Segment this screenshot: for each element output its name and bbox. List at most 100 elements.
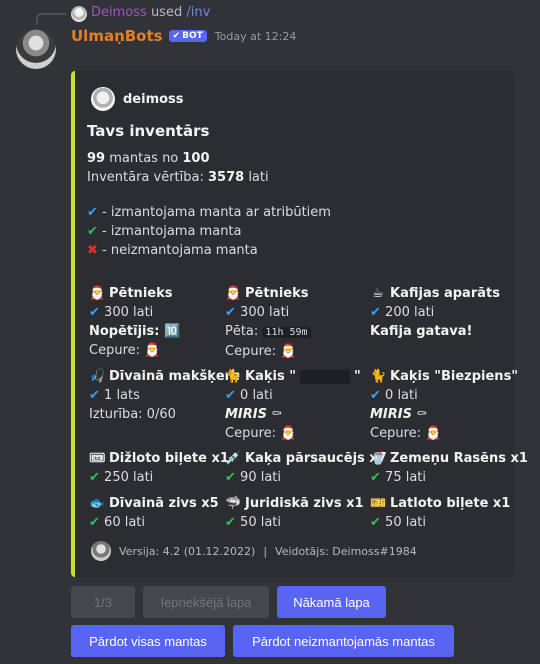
item-count-line: 99 mantas no 100 bbox=[87, 151, 210, 166]
item-value: 50 lati bbox=[385, 515, 427, 530]
santa-icon: 🎅 bbox=[89, 285, 106, 301]
item-timer-code: 11h 59m bbox=[262, 327, 311, 338]
lottery-ticket-icon: 🎟 bbox=[89, 450, 106, 466]
inventory-embed: deimoss Tavs inventārs 99 mantas no 100 … bbox=[71, 71, 528, 577]
item-value: 200 lati bbox=[385, 305, 435, 320]
keycap-ten-icon: 🔟 bbox=[163, 324, 181, 339]
next-page-button[interactable]: Nākamā lapa bbox=[277, 586, 386, 618]
item-name: Dižloto biļete x1 bbox=[109, 451, 229, 466]
item-name: Juridiskā zivs x1 bbox=[245, 496, 364, 511]
item-value: 0 lati bbox=[240, 388, 273, 403]
author-avatar bbox=[91, 87, 115, 111]
embed-footer: Versija: 4.2 (01.12.2022) | Veidotājs: D… bbox=[91, 541, 417, 561]
item-name-suffix: " bbox=[353, 369, 361, 384]
green-check-icon: ✔ bbox=[87, 224, 98, 239]
inventory-item: 🦈 Juridiskā zivs x1 ✔ 50 lati bbox=[225, 494, 365, 532]
reply-context[interactable]: Deimoss used /inv bbox=[91, 5, 210, 20]
item-value: 300 lati bbox=[104, 305, 154, 320]
item-max: 100 bbox=[182, 151, 210, 166]
sell-all-button[interactable]: Pārdot visas mantas bbox=[71, 625, 225, 657]
green-check-icon: ✔ bbox=[225, 470, 236, 485]
blue-check-icon: ✔ bbox=[87, 205, 98, 220]
bot-badge-label: BOT bbox=[182, 31, 203, 41]
item-count-mid: mantas no bbox=[105, 151, 183, 166]
bot-badge: ✔ BOT bbox=[168, 30, 207, 42]
blue-check-icon: ✔ bbox=[225, 305, 236, 320]
inventory-item: 🎟 Dižloto biļete x1 ✔ 250 lati bbox=[89, 449, 229, 487]
inventory-item: 🎫 Latloto biļete x1 ✔ 50 lati bbox=[370, 494, 510, 532]
item-name: Latloto biļete x1 bbox=[390, 496, 511, 511]
red-cross-icon: ✖ bbox=[87, 243, 98, 258]
item-value: 1 lats bbox=[104, 388, 140, 403]
fish-icon: 🐟 bbox=[89, 495, 106, 511]
inventory-item: ☕ Kafijas aparāts ✔ 200 lati Kafija gatav… bbox=[370, 284, 510, 341]
embed-title: Tavs inventārs bbox=[87, 122, 210, 140]
legend-text: - izmantojama manta bbox=[97, 224, 242, 239]
reply-connector bbox=[36, 13, 66, 25]
message-timestamp: Today at 12:24 bbox=[214, 29, 297, 43]
legend-item: ✔ - izmantojama manta bbox=[87, 224, 242, 239]
previous-page-button[interactable]: Iepriekšējā lapa bbox=[143, 586, 269, 618]
embed-author: deimoss bbox=[91, 87, 184, 111]
inventory-item: 🥤 Zemeņu Rasēns x1 ✔ 75 lati bbox=[370, 449, 528, 487]
inventory-item: 🐈 Kaķis "Biezpiens" ✔ 0 lati MIRIS ⚰ Cepu… bbox=[370, 367, 518, 443]
item-value: 300 lati bbox=[240, 305, 290, 320]
inventory-item: 🎅 Pētnieks ✔ 300 lati Nopētījis: 🔟 Cepure… bbox=[89, 284, 229, 360]
reply-username[interactable]: Deimoss bbox=[91, 5, 147, 20]
coffin-icon: ⚰ bbox=[416, 407, 428, 422]
green-check-icon: ✔ bbox=[225, 515, 236, 530]
item-name: Kaķa pārsaucējs x7 bbox=[245, 451, 387, 466]
inventory-item: 💉 Kaķa pārsaucējs x7 ✔ 90 lati bbox=[225, 449, 387, 487]
blue-check-icon: ✔ bbox=[89, 388, 100, 403]
redacted-name bbox=[299, 369, 350, 384]
legend-item: ✔ - izmantojama manta ar atribūtiem bbox=[87, 205, 331, 220]
item-value: 250 lati bbox=[104, 470, 154, 485]
footer-author: Veidotājs: Deimoss#1984 bbox=[275, 544, 417, 558]
legend-item: ✖ - neizmantojama manta bbox=[87, 243, 258, 258]
footer-version: Versija: 4.2 (01.12.2022) bbox=[119, 544, 256, 558]
item-count: 99 bbox=[87, 151, 106, 166]
santa-hat-icon: 🎅 bbox=[280, 426, 297, 441]
item-attribute-label: Nopētījis: bbox=[89, 324, 164, 339]
item-hat-label: Cepure: bbox=[225, 426, 281, 441]
item-attribute-label: Pēta: bbox=[225, 324, 263, 339]
santa-hat-icon: 🎅 bbox=[425, 426, 442, 441]
item-hat-label: Cepure: bbox=[370, 426, 426, 441]
inventory-item: 🎅 Pētnieks ✔ 300 lati Pēta: 11h 59m Cepur… bbox=[225, 284, 365, 361]
blue-check-icon: ✔ bbox=[225, 388, 236, 403]
reply-avatar[interactable] bbox=[71, 6, 87, 22]
green-check-icon: ✔ bbox=[370, 470, 381, 485]
blue-check-icon: ✔ bbox=[370, 305, 381, 320]
sell-unused-button[interactable]: Pārdot neizmantojamās mantas bbox=[233, 625, 454, 657]
bot-avatar[interactable] bbox=[16, 29, 56, 69]
item-hat-label: Cepure: bbox=[225, 344, 281, 359]
item-name: Dīvainā zivs x5 bbox=[109, 496, 219, 511]
inventory-value-line: Inventāra vērtība: 3578 lati bbox=[87, 170, 269, 185]
green-check-icon: ✔ bbox=[89, 470, 100, 485]
inventory-item: 🐟 Dīvainā zivs x5 ✔ 60 lati bbox=[89, 494, 229, 532]
item-name: Kafijas aparāts bbox=[390, 286, 500, 301]
ticket-icon: 🎫 bbox=[370, 495, 387, 511]
santa-hat-icon: 🎅 bbox=[144, 343, 161, 358]
shark-icon: 🦈 bbox=[225, 495, 242, 511]
item-name: Pētnieks bbox=[109, 286, 173, 301]
inventory-item: 🎣 Dīvainā makšķere ✔ 1 lats Izturība: 0/6… bbox=[89, 367, 240, 424]
item-value: 60 lati bbox=[104, 515, 146, 530]
green-check-icon: ✔ bbox=[89, 515, 100, 530]
page-indicator-button[interactable]: 1/3 bbox=[71, 586, 135, 618]
author-name: deimoss bbox=[123, 91, 184, 107]
santa-hat-icon: 🎅 bbox=[280, 344, 297, 359]
footer-avatar bbox=[91, 541, 111, 561]
item-value: 0 lati bbox=[385, 388, 418, 403]
inventory-value-label: Inventāra vērtība: bbox=[87, 170, 208, 185]
item-name: Kaķis " bbox=[245, 369, 296, 384]
item-dead-label: MIRIS bbox=[225, 407, 267, 422]
reply-command[interactable]: /inv bbox=[186, 5, 210, 20]
bot-name[interactable]: UlmaņBots bbox=[71, 27, 163, 45]
blue-check-icon: ✔ bbox=[89, 305, 100, 320]
item-durability: Izturība: 0/60 bbox=[89, 407, 176, 422]
legend-text: - neizmantojama manta bbox=[97, 243, 258, 258]
reply-used-text: used bbox=[150, 5, 183, 20]
item-name: Kaķis "Biezpiens" bbox=[390, 369, 519, 384]
item-value: 50 lati bbox=[240, 515, 282, 530]
